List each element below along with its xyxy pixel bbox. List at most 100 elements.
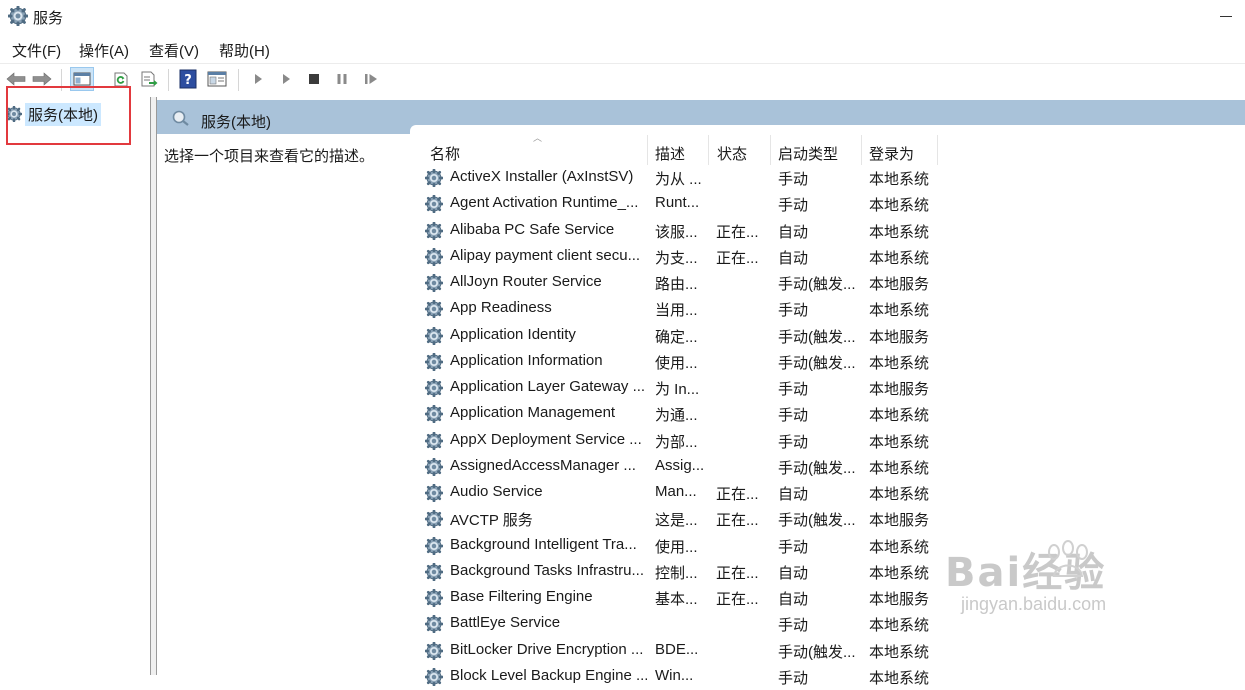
service-gear-icon	[425, 536, 443, 555]
menu-bar: 文件(F) 操作(A) 查看(V) 帮助(H)	[0, 36, 1245, 62]
menu-view[interactable]: 查看(V)	[149, 40, 199, 61]
watermark-url: jingyan.baidu.com	[961, 594, 1107, 614]
service-row[interactable]: AppX Deployment Service ... 为部... 手动 本地系统	[425, 428, 1125, 454]
service-name: Alipay payment client secu...	[450, 246, 641, 264]
export-list-icon[interactable]	[137, 67, 161, 91]
service-gear-icon	[425, 589, 443, 607]
service-description: 为从 ...	[655, 171, 702, 188]
service-description: 使用...	[655, 538, 698, 556]
menu-help[interactable]: 帮助(H)	[219, 40, 270, 61]
menu-action[interactable]: 操作(A)	[79, 40, 129, 61]
service-name: AllJoyn Router Service	[450, 273, 602, 290]
service-row[interactable]: AllJoyn Router Service 路由... 手动(触发... 本地服务	[425, 270, 1125, 296]
help-icon[interactable]: ?	[176, 67, 200, 91]
restart-icon[interactable]	[359, 67, 383, 91]
service-startup-type: 手动(触发...	[778, 328, 856, 346]
service-startup-type: 手动	[778, 197, 809, 215]
service-row[interactable]: Application Information 使用... 手动(触发... 本地系统	[425, 349, 1125, 375]
service-gear-icon	[425, 274, 443, 292]
stop-icon[interactable]	[302, 67, 326, 91]
svg-text:?: ?	[184, 73, 192, 88]
service-logon-as: 本地系统	[869, 433, 930, 451]
service-row[interactable]: App Readiness 当用... 手动 本地系统	[425, 296, 1125, 322]
service-description: Man...	[655, 483, 697, 500]
service-logon-as: 本地系统	[869, 302, 930, 320]
service-gear-icon	[425, 615, 443, 634]
highlight-box	[6, 86, 131, 145]
sort-ascending-icon: ︿	[533, 133, 543, 143]
column-header-status[interactable]: 状态	[709, 135, 770, 165]
service-name: Alibaba PC Safe Service	[450, 220, 615, 238]
service-name: Application Layer Gateway ...	[450, 378, 646, 395]
service-row[interactable]: Alipay payment client secu... 为支... 正在... 自…	[425, 244, 1125, 270]
column-header-startup-type[interactable]: 启动类型	[771, 135, 861, 165]
service-gear-icon	[425, 169, 443, 187]
service-name: Base Filtering Engine	[450, 588, 593, 605]
service-startup-type: 自动	[778, 564, 809, 582]
service-logon-as: 本地服务	[869, 512, 930, 530]
service-description: Runt...	[655, 194, 700, 212]
properties-icon[interactable]	[205, 67, 229, 91]
service-gear-icon	[425, 405, 443, 424]
service-description: 这是...	[655, 512, 698, 530]
service-name: App Readiness	[450, 299, 552, 317]
service-gear-icon	[425, 195, 443, 214]
column-header-description[interactable]: 描述	[648, 135, 708, 165]
service-logon-as: 本地系统	[869, 171, 930, 188]
service-name: Background Intelligent Tra...	[450, 535, 637, 553]
pause-icon[interactable]	[330, 67, 354, 91]
menu-file[interactable]: 文件(F)	[12, 40, 61, 61]
service-description: 当用...	[655, 302, 698, 320]
service-logon-as: 本地系统	[869, 223, 930, 241]
service-startup-type: 手动	[778, 669, 809, 687]
service-row[interactable]: AVCTP 服务 这是... 正在... 手动(触发... 本地服务	[425, 506, 1125, 532]
service-description: 控制...	[655, 564, 698, 582]
service-logon-as: 本地系统	[869, 407, 930, 425]
pane-header-title: 服务(本地)	[201, 114, 271, 131]
service-row[interactable]: AssignedAccessManager ... Assig... 手动(触发..…	[425, 454, 1125, 480]
service-status: 正在...	[716, 591, 759, 608]
service-logon-as: 本地系统	[869, 643, 930, 661]
column-header-logon-as[interactable]: 登录为	[862, 135, 937, 165]
service-status: 正在...	[716, 512, 759, 530]
services-app-icon	[8, 6, 28, 26]
service-gear-icon	[425, 431, 443, 450]
service-row[interactable]: Alibaba PC Safe Service 该服... 正在... 自动 本地系统	[425, 218, 1125, 244]
service-row[interactable]: Application Management 为通... 手动 本地系统	[425, 401, 1125, 427]
toolbar-separator	[238, 69, 239, 91]
service-description: 基本...	[655, 591, 698, 608]
toolbar-separator	[168, 69, 169, 91]
service-startup-type: 手动	[778, 302, 809, 320]
service-row[interactable]: Block Level Backup Engine ... Win... 手动 本地系…	[425, 664, 1125, 690]
service-description: Win...	[655, 666, 694, 684]
service-row[interactable]: BattlEye Service 手动 本地系统	[425, 611, 1125, 637]
service-row[interactable]: Agent Activation Runtime_... Runt... 手动 本地系…	[425, 191, 1125, 217]
service-name: Background Tasks Infrastru...	[450, 561, 644, 579]
service-description: 该服...	[655, 223, 698, 241]
start-icon[interactable]	[246, 67, 270, 91]
service-row[interactable]: BitLocker Drive Encryption ... BDE... 手动(触…	[425, 638, 1125, 664]
service-name: Application Management	[450, 404, 616, 422]
service-logon-as: 本地系统	[869, 486, 930, 503]
service-status: 正在...	[716, 564, 759, 582]
service-name: ActiveX Installer (AxInstSV)	[450, 168, 634, 185]
service-gear-icon	[425, 457, 443, 476]
service-gear-icon	[425, 510, 443, 529]
minimize-button[interactable]	[1220, 16, 1232, 17]
service-startup-type: 手动	[778, 617, 809, 635]
service-row[interactable]: ActiveX Installer (AxInstSV) 为从 ... 手动 本地系统	[425, 165, 1125, 191]
service-name: Application Information	[450, 351, 603, 369]
service-logon-as: 本地系统	[869, 617, 930, 635]
service-row[interactable]: Application Layer Gateway ... 为 In... 手动 本地…	[425, 375, 1125, 401]
service-row[interactable]: Audio Service Man... 正在... 自动 本地系统	[425, 480, 1125, 506]
service-name: AVCTP 服务	[450, 512, 533, 530]
service-row[interactable]: Application Identity 确定... 手动(触发... 本地服务	[425, 323, 1125, 349]
start-paused-icon[interactable]	[274, 67, 298, 91]
service-status: 正在...	[716, 486, 759, 503]
column-divider[interactable]	[937, 135, 938, 165]
service-description: BDE...	[655, 640, 699, 658]
service-startup-type: 手动	[778, 407, 809, 425]
service-logon-as: 本地系统	[869, 538, 930, 556]
service-startup-type: 手动(触发...	[778, 276, 856, 293]
service-description: 为通...	[655, 407, 698, 425]
